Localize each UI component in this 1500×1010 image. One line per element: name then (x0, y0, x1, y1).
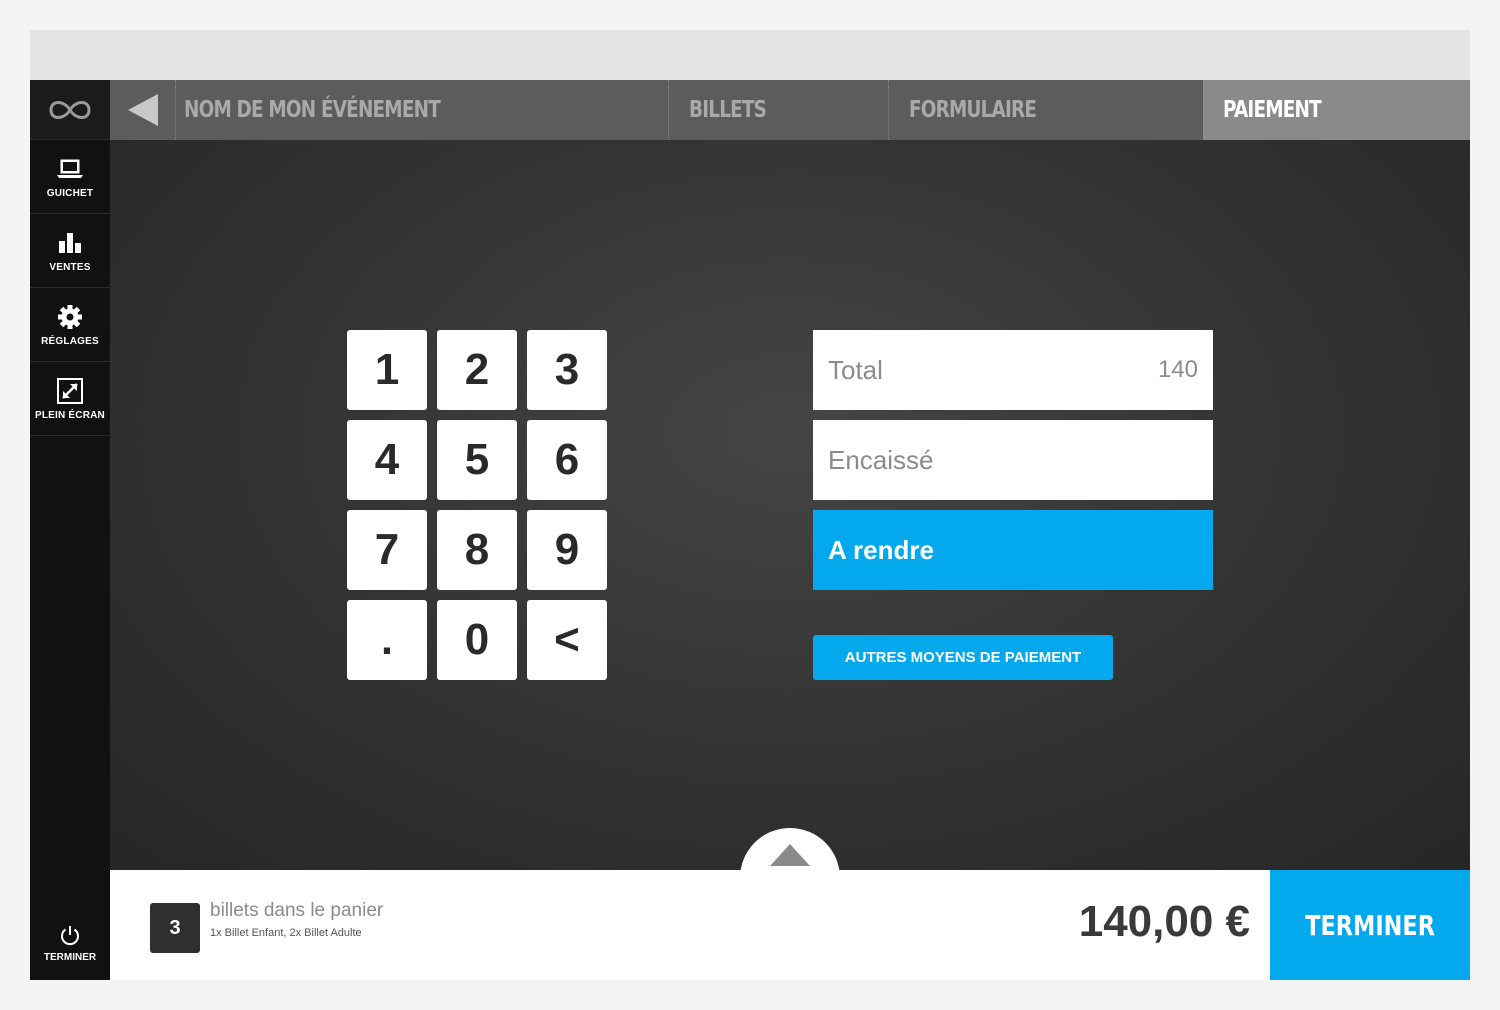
back-button[interactable] (110, 80, 176, 140)
app-window: GUICHET VENTES RÉGLAGES PLEIN ÉCRAN TERM… (30, 30, 1470, 980)
key-0[interactable]: 0 (437, 600, 517, 680)
other-payment-methods-button[interactable]: AUTRES MOYENS DE PAIEMENT (813, 635, 1113, 680)
cart-title: billets dans le panier (210, 900, 384, 921)
key-backspace[interactable]: < (527, 600, 607, 680)
key-9[interactable]: 9 (527, 510, 607, 590)
payment-area: 1 2 3 4 5 6 7 8 9 . 0 < Total 140 Encais… (110, 140, 1470, 928)
rendre-label: A rendre (828, 534, 934, 565)
top-nav: NOM DE MON ÉVÉNEMENT BILLETS FORMULAIRE … (110, 80, 1470, 140)
sidebar-item-reglages[interactable]: RÉGLAGES (30, 288, 110, 362)
total-label: Total (828, 354, 883, 385)
cart-count-badge: 3 (150, 903, 200, 953)
cart-bar: 3 billets dans le panier 1x Billet Enfan… (110, 870, 1470, 980)
encaisse-label: Encaissé (828, 444, 934, 475)
rendre-field: A rendre (813, 510, 1213, 590)
numeric-keypad: 1 2 3 4 5 6 7 8 9 . 0 < (347, 330, 607, 680)
key-1[interactable]: 1 (347, 330, 427, 410)
encaisse-field[interactable]: Encaissé (813, 420, 1213, 500)
finish-button[interactable]: TERMINER (1270, 870, 1470, 980)
sidebar-item-label: TERMINER (43, 951, 97, 963)
key-4[interactable]: 4 (347, 420, 427, 500)
key-decimal[interactable]: . (347, 600, 427, 680)
tab-billets[interactable]: BILLETS (669, 80, 889, 140)
tab-paiement[interactable]: PAIEMENT (1203, 80, 1470, 140)
fullscreen-icon (57, 376, 83, 406)
sidebar-item-guichet[interactable]: GUICHET (30, 140, 110, 214)
chevron-up-icon (770, 844, 810, 866)
bar-chart-icon (57, 228, 83, 258)
tab-formulaire[interactable]: FORMULAIRE (889, 80, 1203, 140)
infinity-logo-icon (49, 100, 91, 119)
key-3[interactable]: 3 (527, 330, 607, 410)
back-arrow-icon (127, 94, 158, 126)
sidebar-item-terminer[interactable]: TERMINER (30, 906, 110, 980)
key-5[interactable]: 5 (437, 420, 517, 500)
sidebar-item-label: RÉGLAGES (41, 336, 99, 347)
finish-label: TERMINER (1305, 908, 1435, 942)
cart-total: 140,00 € (1078, 897, 1250, 946)
key-6[interactable]: 6 (527, 420, 607, 500)
sidebar: GUICHET VENTES RÉGLAGES PLEIN ÉCRAN TERM… (30, 80, 110, 980)
event-name: NOM DE MON ÉVÉNEMENT (176, 80, 669, 140)
key-8[interactable]: 8 (437, 510, 517, 590)
sidebar-item-label: VENTES (49, 262, 91, 273)
sidebar-item-label: PLEIN ÉCRAN (35, 410, 105, 421)
cart-detail: 1x Billet Enfant, 2x Billet Adulte (210, 927, 362, 939)
sidebar-item-plein-ecran[interactable]: PLEIN ÉCRAN (30, 362, 110, 436)
laptop-icon (56, 154, 84, 184)
app-logo (30, 80, 110, 140)
title-bar (30, 30, 1470, 80)
key-2[interactable]: 2 (437, 330, 517, 410)
key-7[interactable]: 7 (347, 510, 427, 590)
sidebar-item-label: GUICHET (46, 188, 94, 199)
total-value: 140 (1157, 356, 1198, 383)
power-icon (61, 925, 79, 945)
sidebar-item-ventes[interactable]: VENTES (30, 214, 110, 288)
gear-icon (57, 302, 83, 332)
total-field: Total 140 (813, 330, 1213, 410)
